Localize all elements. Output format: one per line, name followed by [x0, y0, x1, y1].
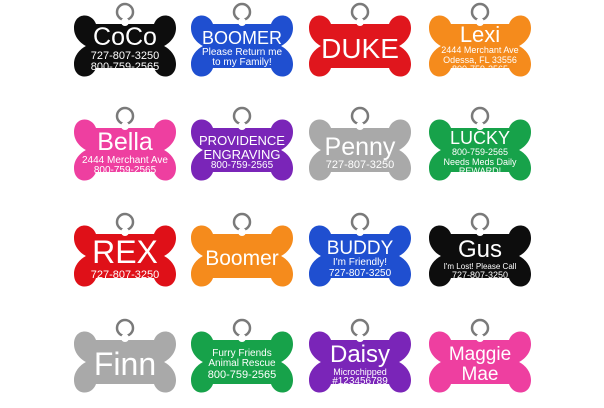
pet-tag: Finn	[66, 316, 184, 408]
tag-name: Daisy	[329, 341, 390, 369]
tag-line: 800-759-2565	[93, 165, 157, 177]
tag-engraving: Daisy Microchipped #123456789	[315, 332, 405, 398]
tag-engraving: BOOMER Please Return me to my Family!	[197, 16, 287, 82]
tag-line: 800-759-2565	[451, 64, 509, 75]
tag-name: CoCo	[93, 23, 157, 52]
tag-line: #123456789	[332, 376, 388, 388]
pet-tag: Penny 727-807-3250	[301, 104, 419, 196]
pet-tag: BOOMER Please Return me to my Family!	[183, 0, 301, 92]
tag-engraving: REX 727-807-3250	[80, 226, 170, 292]
pet-tag: Boomer	[183, 210, 301, 302]
tag-line: 800-759-2565	[90, 61, 160, 74]
tag-engraving: Bella 2444 Merchant Ave 800-759-2565	[80, 120, 170, 186]
tag-engraving: PROVIDENCE ENGRAVING 800-759-2565	[197, 120, 287, 186]
pet-tag: PROVIDENCE ENGRAVING 800-759-2565	[183, 104, 301, 196]
pet-tag: REX 727-807-3250	[66, 210, 184, 302]
tag-engraving: Maggie Mae	[435, 332, 525, 398]
tag-engraving: CoCo 727-807-3250 800-759-2565	[80, 16, 170, 82]
tag-engraving: Lexi 2444 Merchant Ave Odessa, FL 33556 800…	[435, 16, 525, 82]
tag-line: 727-807-3250	[451, 270, 509, 281]
pet-tag: Lexi 2444 Merchant Ave Odessa, FL 33556 800…	[421, 0, 539, 92]
tag-name: PROVIDENCE	[199, 133, 285, 149]
tag-name: BUDDY	[326, 237, 394, 259]
pet-tag-grid: CoCo 727-807-3250 800-759-2565 BOOMER Please…	[0, 0, 604, 400]
tag-engraving: LUCKY 800-759-2565 Needs Meds Daily REWARD!	[435, 120, 525, 186]
tag-name: LUCKY	[449, 128, 511, 149]
tag-line: 727-807-3250	[325, 159, 395, 172]
pet-tag: LUCKY 800-759-2565 Needs Meds Daily REWARD!	[421, 104, 539, 196]
tag-engraving: Furry Friends Animal Rescue 800-759-2565	[197, 332, 287, 398]
pet-tag: DUKE	[301, 0, 419, 92]
tag-line: Mae	[461, 364, 499, 385]
pet-tag: Daisy Microchipped #123456789	[301, 316, 419, 408]
tag-engraving: DUKE	[315, 16, 405, 82]
tag-engraving: Penny 727-807-3250	[315, 120, 405, 186]
pet-tag: Maggie Mae	[421, 316, 539, 408]
tag-line: 727-807-3250	[328, 267, 392, 279]
pet-tag: BUDDY I'm Friendly! 727-807-3250	[301, 210, 419, 302]
tag-name: BOOMER	[201, 28, 282, 49]
tag-name: Finn	[93, 346, 157, 383]
tag-name: Maggie	[448, 344, 512, 366]
tag-engraving: BUDDY I'm Friendly! 727-807-3250	[315, 226, 405, 292]
tag-engraving: Gus I'm Lost! Please Call 727-807-3250	[435, 226, 525, 292]
tag-name: Lexi	[459, 22, 501, 48]
tag-engraving: Boomer	[197, 226, 287, 292]
tag-engraving: Finn	[80, 332, 170, 398]
tag-line: REWARD!	[458, 166, 502, 177]
tag-name: REX	[92, 234, 158, 271]
pet-tag: Furry Friends Animal Rescue 800-759-2565	[183, 316, 301, 408]
tag-name: DUKE	[321, 33, 399, 65]
tag-name: Bella	[97, 128, 153, 157]
pet-tag: Gus I'm Lost! Please Call 727-807-3250	[421, 210, 539, 302]
tag-line: ENGRAVING	[203, 146, 281, 162]
tag-name: Gus	[457, 236, 502, 264]
tag-line: 727-807-3250	[90, 269, 160, 282]
tag-line: 800-759-2565	[207, 368, 277, 381]
tag-line: to my Family!	[212, 57, 272, 69]
pet-tag: CoCo 727-807-3250 800-759-2565	[66, 0, 184, 92]
tag-name: Boomer	[205, 246, 279, 270]
tag-name: Penny	[324, 133, 396, 162]
pet-tag: Bella 2444 Merchant Ave 800-759-2565	[66, 104, 184, 196]
tag-line: 800-759-2565	[210, 160, 274, 172]
